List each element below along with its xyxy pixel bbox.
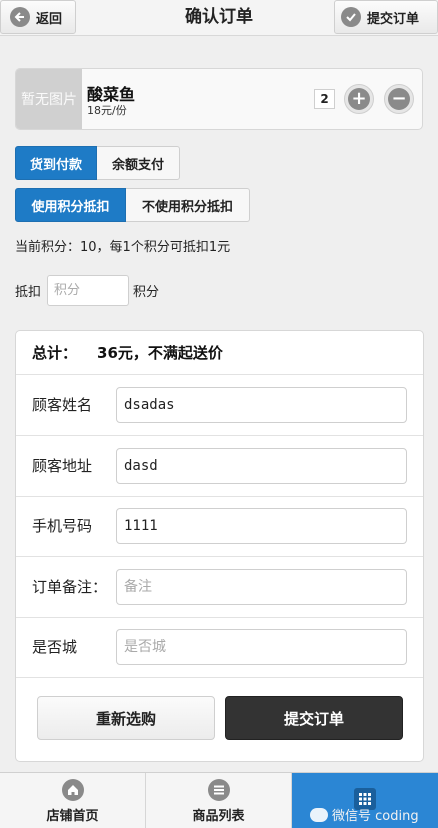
- cart-item: 暂无图片 酸菜鱼 18元/份 2 + −: [15, 68, 423, 130]
- quantity-value: 2: [314, 89, 335, 109]
- tab-product-list[interactable]: 商品列表: [146, 773, 292, 828]
- minus-icon: −: [388, 88, 410, 110]
- payment-balance[interactable]: 余额支付: [97, 146, 180, 180]
- total-label: 总计：: [32, 344, 78, 362]
- order-note-input[interactable]: [116, 569, 407, 605]
- reselect-button[interactable]: 重新选购: [37, 696, 215, 740]
- form-row-address: 顾客地址: [16, 436, 423, 497]
- check-icon: [341, 7, 361, 27]
- no-points-option[interactable]: 不使用积分抵扣: [126, 188, 250, 222]
- use-points-option[interactable]: 使用积分抵扣: [15, 188, 126, 222]
- list-icon: [207, 778, 230, 801]
- back-label: 返回: [36, 11, 63, 27]
- decrease-quantity-button[interactable]: −: [384, 84, 414, 114]
- form-row-name: 顾客姓名: [16, 375, 423, 436]
- tab-store-home-label: 店铺首页: [46, 808, 99, 824]
- phone-label: 手机号码: [32, 517, 93, 535]
- order-total: 总计： 36元，不满起送价: [16, 331, 423, 375]
- total-value: 36元，不满起送价: [97, 344, 223, 362]
- wechat-icon: [310, 807, 328, 822]
- increase-quantity-button[interactable]: +: [344, 84, 374, 114]
- home-icon: [61, 778, 84, 801]
- back-arrow-icon: [10, 7, 30, 27]
- city-input[interactable]: [116, 629, 407, 665]
- phone-input[interactable]: [116, 508, 407, 544]
- note-label: 订单备注：: [32, 578, 108, 596]
- top-bar: 返回 确认订单 提交订单: [0, 0, 438, 36]
- watermark: 微信号 coding: [310, 805, 419, 824]
- customer-name-input[interactable]: [116, 387, 407, 423]
- back-button[interactable]: 返回: [0, 0, 76, 34]
- deduct-label: 抵扣: [15, 285, 42, 300]
- form-row-city: 是否城: [16, 617, 423, 678]
- customer-address-input[interactable]: [116, 448, 407, 484]
- order-form: 总计： 36元，不满起送价 顾客姓名 顾客地址 手机号码 订单备注： 是否城 重…: [15, 330, 424, 762]
- tab-store-home[interactable]: 店铺首页: [0, 773, 146, 828]
- product-thumbnail: 暂无图片: [16, 69, 82, 129]
- name-label: 顾客姓名: [32, 396, 93, 414]
- payment-cash-on-delivery[interactable]: 货到付款: [15, 146, 97, 180]
- header-submit-button[interactable]: 提交订单: [334, 0, 438, 34]
- header-submit-label: 提交订单: [367, 11, 420, 27]
- tab-product-list-label: 商品列表: [192, 808, 245, 824]
- city-label: 是否城: [32, 638, 78, 656]
- product-price: 18元/份: [87, 104, 127, 117]
- deduct-unit: 积分: [133, 285, 160, 300]
- form-row-note: 订单备注：: [16, 557, 423, 618]
- address-label: 顾客地址: [32, 457, 93, 475]
- watermark-text: 微信号 coding: [332, 809, 419, 824]
- form-row-phone: 手机号码: [16, 496, 423, 557]
- points-info: 当前积分：10，每1个积分可抵扣1元: [15, 240, 231, 255]
- submit-order-button[interactable]: 提交订单: [225, 696, 403, 740]
- deduct-points-input[interactable]: [47, 275, 129, 306]
- plus-icon: +: [348, 88, 370, 110]
